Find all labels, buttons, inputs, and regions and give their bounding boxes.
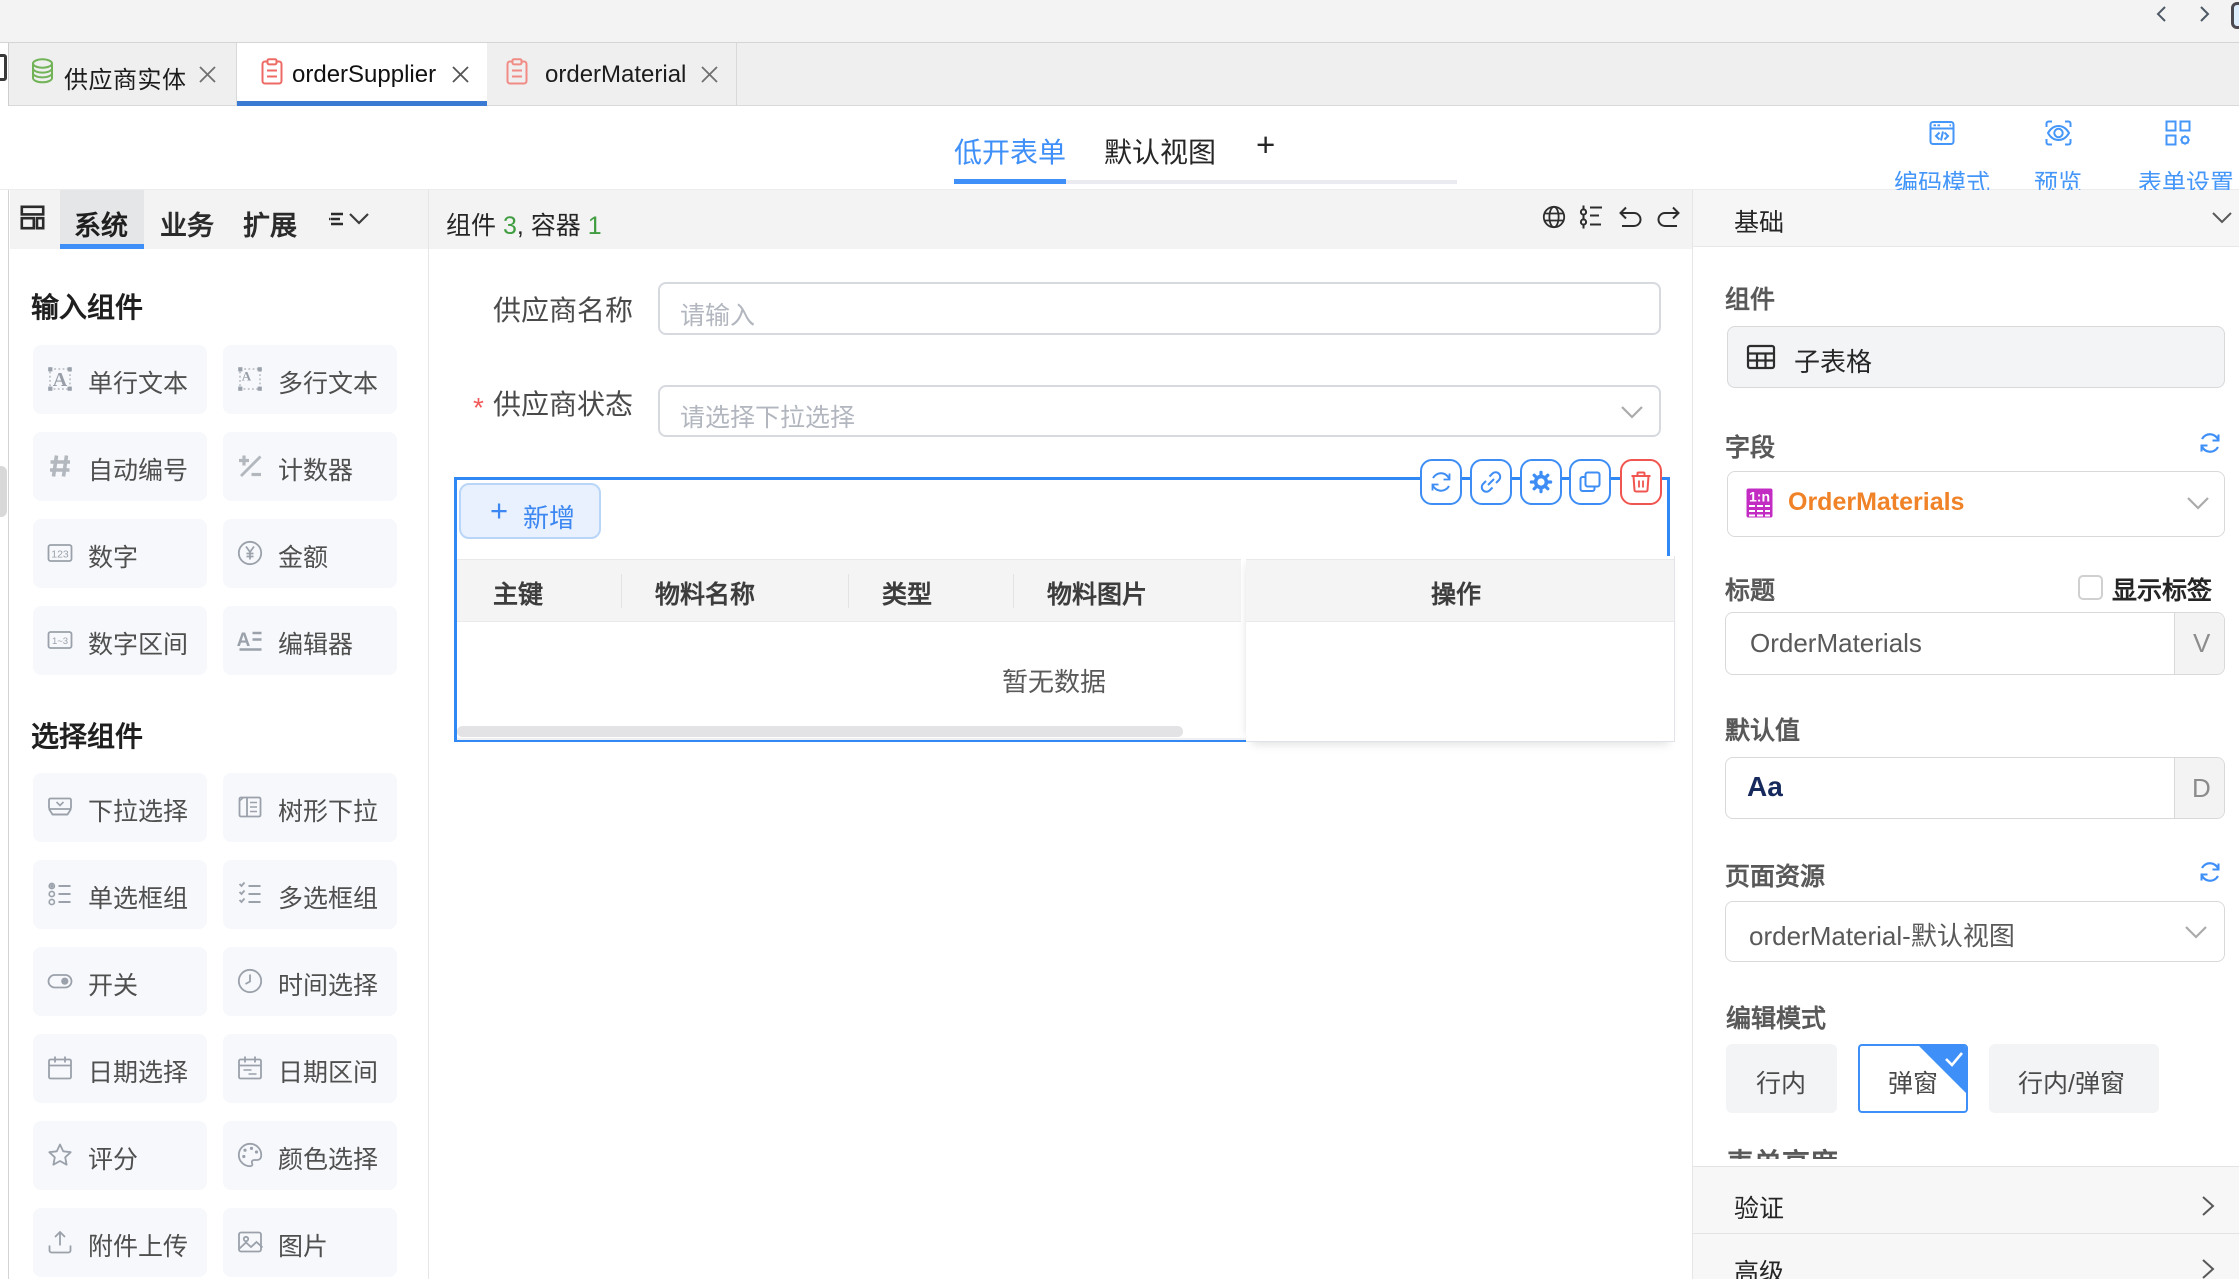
svg-text:1:n: 1:n: [1749, 489, 1770, 505]
svg-text:123: 123: [51, 549, 69, 561]
svg-text:A: A: [237, 630, 251, 651]
svg-text:A: A: [53, 369, 68, 391]
svg-text:1~3: 1~3: [52, 636, 68, 647]
svg-text:A: A: [242, 369, 252, 384]
